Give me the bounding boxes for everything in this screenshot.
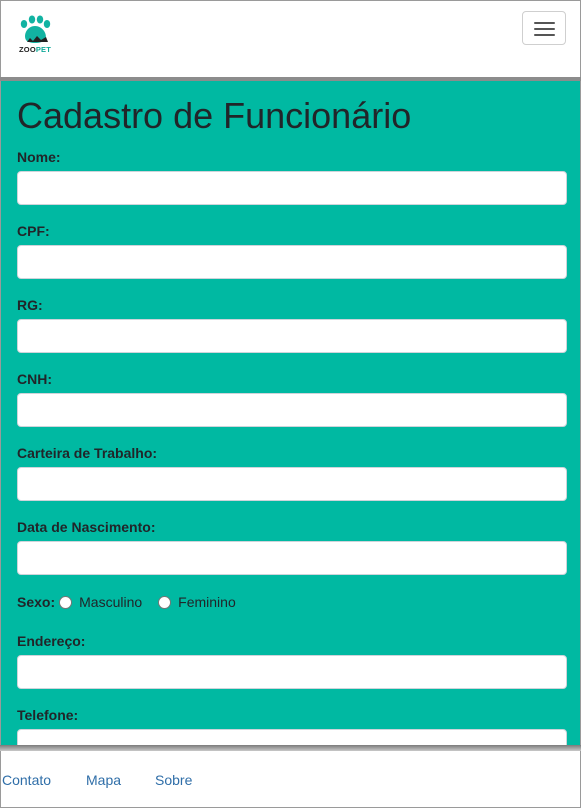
hamburger-icon [534,22,555,24]
footer-link-mapa[interactable]: Mapa [86,772,121,788]
rg-label: RG: [17,297,43,313]
sexo-label: Sexo: [17,594,56,610]
cpf-label: CPF: [17,223,50,239]
cnh-input[interactable] [17,393,567,427]
rg-input[interactable] [17,319,567,353]
feminino-radio[interactable] [158,595,172,609]
nome-input[interactable] [17,171,567,205]
logo-text-pet: PET [35,45,52,54]
footer-link-contato[interactable]: Contato [2,772,51,788]
logo-text-zoo: ZOO [19,45,36,54]
nome-label: Nome: [17,149,61,165]
masculino-label: Masculino [79,594,143,610]
cnh-label: CNH: [17,371,52,387]
paw-icon [20,15,51,43]
footer-link-sobre[interactable]: Sobre [155,772,192,788]
endereco-input[interactable] [17,655,567,689]
feminino-label: Feminino [178,594,236,610]
data-nascimento-input[interactable] [17,541,567,575]
masculino-radio[interactable] [59,595,73,609]
form-section: Cadastro de Funcionário Nome: CPF: RG: C… [0,81,581,750]
top-navbar: ZOOPET [0,0,581,80]
zoopet-logo[interactable]: ZOOPET [17,15,61,61]
menu-toggle-button[interactable] [522,11,566,45]
carteira-trabalho-input[interactable] [17,467,567,501]
cpf-input[interactable] [17,245,567,279]
page-title: Cadastro de Funcionário [17,95,412,136]
telefone-label: Telefone: [17,707,79,723]
sexo-radio-group: Sexo: Masculino Feminino [17,593,252,611]
data-nascimento-label: Data de Nascimento: [17,519,156,535]
footer: Contato Mapa Sobre [0,751,581,808]
endereco-label: Endereço: [17,633,86,649]
carteira-trabalho-label: Carteira de Trabalho: [17,445,158,461]
